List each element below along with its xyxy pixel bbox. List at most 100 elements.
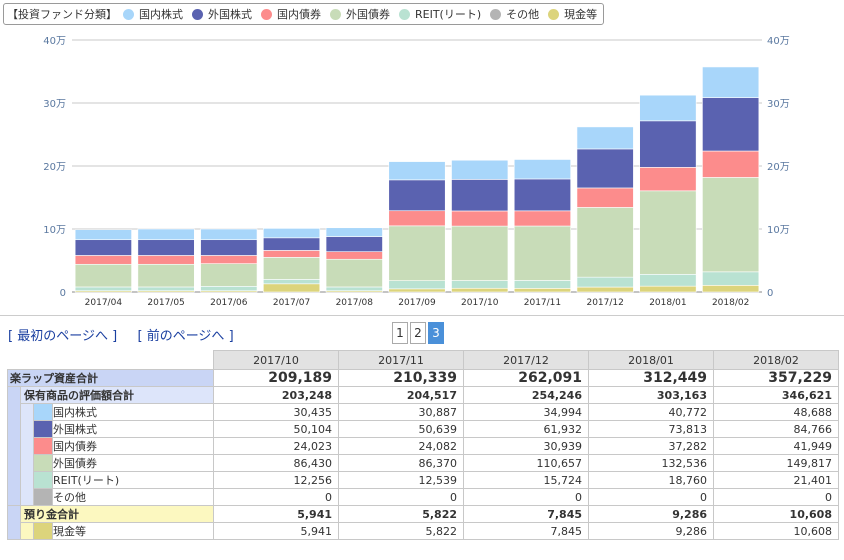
x-tick-label: 2017/04: [85, 298, 123, 308]
cell-value: 37,282: [588, 437, 714, 455]
bar-segment: [74, 229, 132, 241]
bar-segment: [513, 178, 571, 212]
cell-value: 210,339: [338, 369, 464, 387]
cell-value: 149,817: [713, 454, 839, 472]
y-tick-label-left: 10万: [43, 225, 66, 236]
cell-value: 84,766: [713, 420, 839, 438]
y-tick-label-left: 20万: [43, 162, 66, 173]
bracket-open: [: [137, 329, 143, 344]
cell-value: 24,023: [213, 437, 339, 455]
row-label: 外国株式: [52, 420, 214, 438]
cell-value: 203,248: [213, 386, 339, 404]
bar-segment: [702, 271, 760, 286]
bar-segment: [200, 239, 258, 256]
bar-segment: [388, 210, 446, 227]
bar-segment: [388, 161, 446, 181]
cell-value: 12,539: [338, 471, 464, 489]
column-header: 2017/11: [338, 350, 464, 370]
cell-value: 9,286: [588, 522, 714, 540]
cell-value: 254,246: [463, 386, 589, 404]
cell-value: 303,163: [588, 386, 714, 404]
page-1-button[interactable]: 1: [392, 322, 408, 344]
bar-segment: [702, 177, 760, 273]
indent-block: [20, 403, 34, 506]
cell-value: 5,822: [338, 522, 464, 540]
legend-label: 現金等: [564, 8, 598, 21]
prev-page-link[interactable]: 前のページへ: [147, 329, 225, 344]
legend-swatch: [330, 8, 341, 20]
bar-segment: [576, 276, 634, 288]
legend-item-foreign-bond: 外国債券: [330, 6, 390, 22]
column-header: 2018/02: [713, 350, 839, 370]
category-swatch: [33, 454, 53, 472]
bar-segment: [639, 120, 697, 168]
bar-segment: [74, 239, 132, 256]
cell-value: 5,941: [213, 522, 339, 540]
legend-title: 【投資ファンド分類】: [7, 8, 117, 21]
bar-segment: [702, 97, 760, 152]
table-row-category: 外国株式 50,104 50,639 61,932 73,813 84,766: [8, 420, 839, 438]
bar-segment: [388, 179, 446, 212]
cell-value: 5,941: [213, 505, 339, 523]
cell-value: 5,822: [338, 505, 464, 523]
bar-segment: [200, 255, 258, 264]
cell-value: 346,621: [713, 386, 839, 404]
legend-label: 外国債券: [346, 8, 390, 21]
bar-segment: [74, 286, 132, 292]
row-label: 楽ラップ資産合計: [7, 369, 214, 387]
bar-segment: [451, 280, 509, 289]
row-label: その他: [52, 488, 214, 506]
y-tick-label-left: 30万: [43, 99, 66, 110]
page-3-button[interactable]: 3: [428, 322, 444, 344]
cell-value: 10,608: [713, 522, 839, 540]
table-row-category: REIT(リート) 12,256 12,539 15,724 18,760 21…: [8, 471, 839, 489]
cell-value: 30,435: [213, 403, 339, 421]
x-tick-label: 2017/05: [147, 298, 184, 308]
bar-segment: [702, 285, 760, 293]
bar-segment: [74, 263, 132, 288]
cell-value: 0: [713, 488, 839, 506]
bar-segment: [325, 286, 383, 292]
category-swatch: [33, 522, 53, 540]
x-tick-label: 2017/10: [461, 298, 499, 308]
row-label: 国内債券: [52, 437, 214, 455]
legend-swatch: [399, 8, 410, 20]
bar-segment: [576, 148, 634, 189]
bracket-close: ]: [228, 329, 234, 344]
bar-segment: [325, 251, 383, 260]
cell-value: 40,772: [588, 403, 714, 421]
bar-segment: [263, 228, 321, 239]
legend-item-cash: 現金等: [548, 6, 597, 22]
bar-segment: [451, 287, 509, 293]
legend-label: REIT(リート): [415, 8, 482, 21]
bar-segment: [639, 94, 697, 122]
bar-segment: [451, 179, 509, 212]
cell-value: 0: [463, 488, 589, 506]
bar-segment: [639, 274, 697, 287]
legend-swatch: [548, 8, 560, 20]
cell-value: 50,104: [213, 420, 339, 438]
cell-value: 132,536: [588, 454, 714, 472]
first-page-link[interactable]: 最初のページへ: [17, 329, 108, 344]
legend-label: 国内株式: [139, 8, 183, 21]
bar-segment: [137, 239, 195, 256]
bar-segment: [137, 263, 195, 288]
column-header: 2017/12: [463, 350, 589, 370]
cell-value: 10,608: [713, 505, 839, 523]
legend-swatch: [192, 8, 203, 20]
bar-segment: [639, 285, 697, 293]
legend-label: 外国株式: [208, 8, 252, 21]
row-label: 外国債券: [52, 454, 214, 472]
bar-segment: [513, 225, 571, 281]
bar-segment: [137, 286, 195, 292]
table-row-category: その他 0 0 0 0 0: [8, 488, 839, 506]
cell-value: 7,845: [463, 505, 589, 523]
bar-segment: [325, 227, 383, 237]
category-swatch: [33, 471, 53, 489]
row-label: 預り金合計: [20, 505, 214, 523]
table-header-row: 2017/10 2017/11 2017/12 2018/01 2018/02: [7, 350, 839, 370]
legend-swatch: [261, 8, 272, 20]
bar-segment: [74, 255, 132, 265]
page-2-button[interactable]: 2: [410, 322, 426, 344]
table-row-category: 国内株式 30,435 30,887 34,994 40,772 48,688: [8, 403, 839, 506]
